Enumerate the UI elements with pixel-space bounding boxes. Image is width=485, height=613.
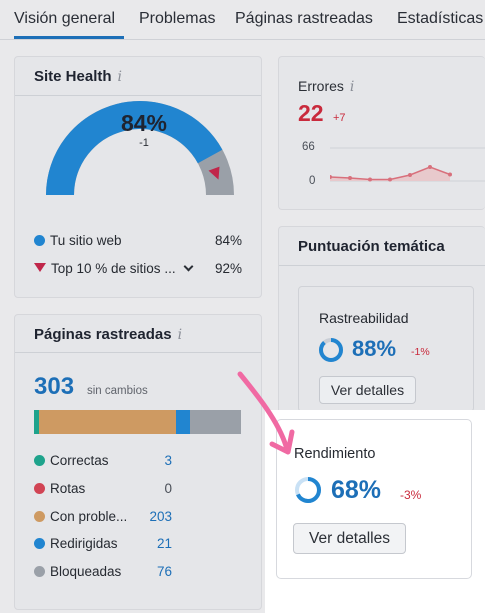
pointer-arrow-icon [237,371,295,455]
status-value[interactable]: 21 [132,536,172,551]
tab-overview[interactable]: Visión general [14,10,115,28]
crawlability-details-button[interactable]: Ver detalles [319,376,416,404]
legend-your-site: Tu sitio web [34,233,122,248]
divider [15,352,261,353]
status-label: Redirigidas [50,536,118,551]
tab-issues[interactable]: Problemas [139,10,215,28]
crawlability-ring-icon [319,338,343,362]
status-label: Con proble... [50,509,128,524]
performance-details-button[interactable]: Ver detalles [293,523,406,554]
performance-delta: -3% [400,488,422,502]
red-triangle-icon [34,263,46,272]
status-dot-icon [34,483,45,494]
status-value[interactable]: 3 [132,453,172,468]
status-row[interactable]: Con proble... [34,509,127,524]
errors-delta: +7 [333,112,346,124]
status-dot-icon [34,511,45,522]
legend-your-site-label: Tu sitio web [50,233,122,248]
crawlability-label: Rastreabilidad [319,310,409,326]
trend-point[interactable] [448,172,452,177]
tab-bar: Visión general Problemas Páginas rastrea… [0,0,485,40]
stacked-bar-segment[interactable] [38,410,176,434]
status-row[interactable]: Correctas [34,453,109,468]
site-health-title-text: Site Health [34,68,112,85]
status-label: Bloqueadas [50,564,122,579]
status-row[interactable]: Redirigidas [34,536,118,551]
crawlability-delta: -1% [411,346,430,358]
errors-axis-min: 0 [309,175,316,187]
info-icon[interactable]: i [178,327,182,343]
trend-point[interactable] [368,177,372,182]
status-value: 0 [164,481,172,496]
stacked-bar-segment[interactable] [175,410,190,434]
status-dot-icon [34,566,45,577]
errors-trend-chart [330,147,485,182]
blue-dot-icon [34,235,45,246]
status-value[interactable]: 76 [132,564,172,579]
status-row[interactable]: Rotas [34,481,85,496]
legend-your-site-value: 84% [214,233,242,248]
site-health-value: 84% [120,110,168,136]
status-dot-icon [34,455,45,466]
errors-axis-max: 66 [302,141,315,153]
divider [279,265,485,266]
errors-label-text: Errores [298,78,344,94]
errors-label: Errores i [298,78,354,95]
performance-value[interactable]: 68% [331,476,381,505]
info-icon[interactable]: i [118,69,122,85]
errors-value: 22 [298,100,324,126]
legend-top-sites[interactable]: Top 10 % de sitios ... [34,261,194,276]
trend-point[interactable] [428,165,432,169]
chevron-down-icon[interactable] [183,261,194,272]
trend-point[interactable] [388,177,392,182]
active-tab-indicator [14,36,124,39]
status-row[interactable]: Bloqueadas [34,564,121,579]
thematic-score-title: Puntuación temática [298,238,445,255]
legend-top-sites-label: Top 10 % de sitios ... [51,261,176,276]
site-health-delta: -1 [139,137,149,149]
site-health-title: Site Health i [34,68,122,85]
crawled-pages-title-text: Páginas rastreadas [34,326,172,343]
crawled-pages-title: Páginas rastreadas i [34,326,182,343]
status-value[interactable]: 203 [132,509,172,524]
crawled-pages-stacked-bar [34,410,241,434]
status-label: Correctas [50,453,109,468]
trend-point[interactable] [408,173,412,177]
divider [15,95,261,96]
status-dot-icon [34,538,45,549]
legend-top-sites-value: 92% [214,261,242,276]
trend-point[interactable] [348,176,352,180]
status-label: Rotas [50,481,86,496]
performance-ring-icon [295,477,321,503]
info-icon[interactable]: i [350,79,354,95]
crawled-pages-total-note: sin cambios [87,385,148,397]
crawled-pages-total[interactable]: 303 [34,373,74,401]
tab-crawled-pages[interactable]: Páginas rastreadas [235,10,373,28]
tab-statistics[interactable]: Estadísticas [397,10,483,28]
crawlability-value[interactable]: 88% [352,336,396,362]
